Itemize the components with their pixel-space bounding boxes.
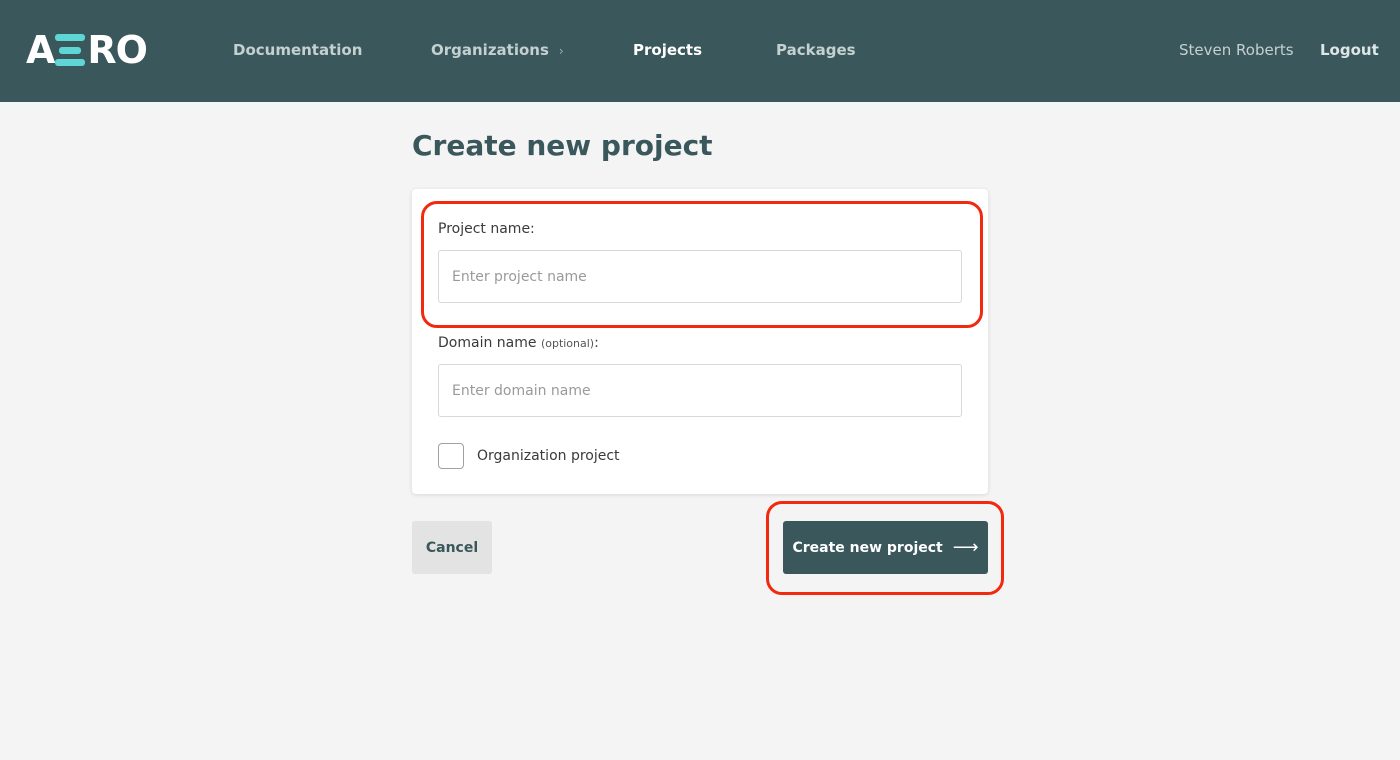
nav-documentation-label: Documentation <box>233 41 363 59</box>
current-user-name[interactable]: Steven Roberts <box>1179 40 1294 60</box>
nav-projects-label: Projects <box>633 41 703 59</box>
arrow-right-icon: ⟶ <box>952 536 979 558</box>
logo-e-stripes-icon <box>55 34 86 66</box>
chevron-right-icon: › <box>558 44 564 58</box>
cancel-button[interactable]: Cancel <box>412 521 492 574</box>
top-navigation-bar: A RO Documentation Organizations › Projec… <box>0 0 1400 102</box>
organization-project-checkbox[interactable] <box>438 443 464 469</box>
nav-documentation[interactable]: Documentation <box>233 40 362 60</box>
project-name-input[interactable] <box>438 250 962 303</box>
create-button-label: Create new project <box>792 539 943 556</box>
domain-name-label: Domain name (optional): <box>438 333 599 354</box>
domain-name-label-text: Domain name <box>438 335 537 351</box>
nav-packages[interactable]: Packages <box>776 40 856 60</box>
project-name-label: Project name: <box>438 221 535 237</box>
domain-name-input[interactable] <box>438 364 962 417</box>
nav-projects[interactable]: Projects <box>633 40 702 60</box>
nav-organizations[interactable]: Organizations › <box>431 40 564 61</box>
domain-name-label-colon: : <box>594 335 599 351</box>
nav-packages-label: Packages <box>776 41 856 59</box>
page-title: Create new project <box>412 129 713 162</box>
cancel-button-label: Cancel <box>425 539 479 556</box>
aero-logo[interactable]: A RO <box>26 28 148 72</box>
logo-letters-ro: RO <box>87 28 148 72</box>
nav-organizations-label: Organizations <box>431 41 549 59</box>
logo-letter-a: A <box>26 28 55 72</box>
logo-wordmark: A RO <box>26 28 148 72</box>
logout-link[interactable]: Logout <box>1320 40 1379 60</box>
domain-name-optional-hint: (optional) <box>540 337 595 350</box>
create-new-project-button[interactable]: Create new project ⟶ <box>783 521 988 574</box>
organization-project-label[interactable]: Organization project <box>477 446 620 466</box>
